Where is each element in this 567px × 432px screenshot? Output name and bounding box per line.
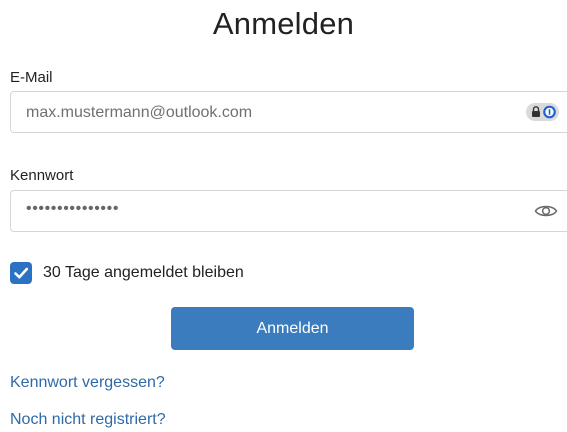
- password-manager-icon[interactable]: [526, 103, 559, 121]
- remember-checkbox[interactable]: [10, 262, 32, 284]
- email-label: E-Mail: [10, 69, 53, 86]
- remember-label[interactable]: 30 Tage angemeldet bleiben: [43, 264, 244, 282]
- eye-icon[interactable]: [534, 201, 558, 226]
- forgot-password-link[interactable]: Kennwort vergessen?: [10, 374, 165, 392]
- login-button[interactable]: Anmelden: [171, 307, 414, 350]
- register-link[interactable]: Noch nicht registriert?: [10, 411, 166, 429]
- page-title: Anmelden: [212, 6, 355, 41]
- email-value: max.mustermann@outlook.com: [26, 104, 253, 121]
- password-label: Kennwort: [10, 167, 74, 184]
- password-value: •••••••••••••••: [26, 200, 120, 217]
- email-field[interactable]: max.mustermann@outlook.com: [10, 91, 567, 133]
- password-field[interactable]: •••••••••••••••: [10, 190, 567, 232]
